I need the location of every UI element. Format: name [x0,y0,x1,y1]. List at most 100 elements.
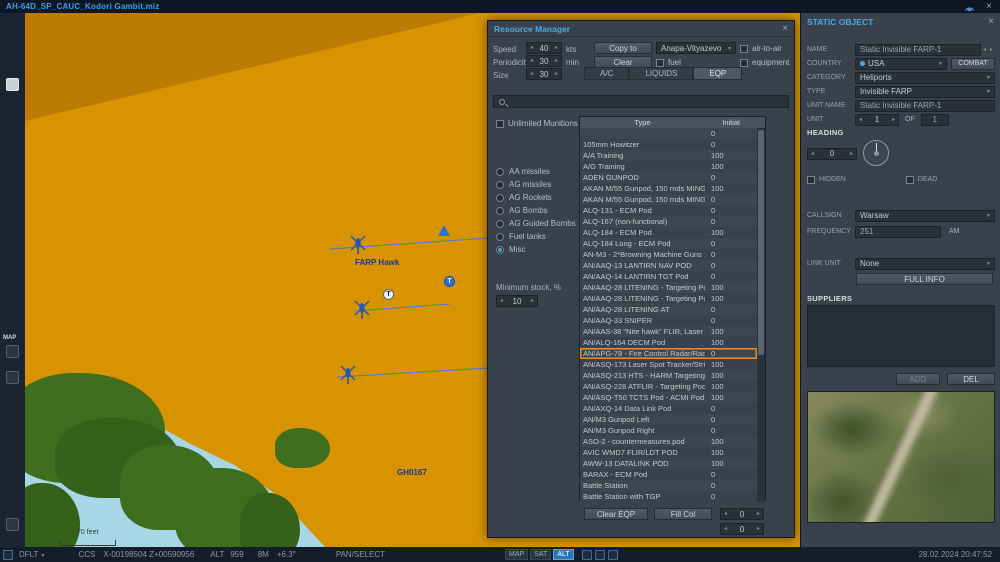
equipment-row[interactable]: AN/AAQ-33 SNIPER 0 [580,315,757,326]
equipment-row[interactable]: AKAN M/55 Gunpod, 150 rnds MINGR: 0 [580,194,757,205]
del-button[interactable]: DEL [947,373,995,385]
briefing-icon[interactable] [6,78,19,91]
equipment-row[interactable]: ALQ-184 - ECM Pod 100 [580,227,757,238]
clear-eqp-button[interactable]: Clear EQP [584,508,648,520]
filter-aa-missiles[interactable]: AA missiles [496,165,576,178]
stepper-right-icon[interactable]: ▸ [847,149,856,159]
grid-icon[interactable] [581,549,592,560]
close-icon[interactable]: × [988,17,994,27]
min-stock-stepper[interactable]: ◂ 10 ▸ [496,295,538,307]
equipment-row[interactable]: AN/M3 Gunpod Right 0 [580,425,757,436]
callsign-select[interactable]: Warsaw ▾ [855,209,995,222]
flag-icon[interactable] [607,549,618,560]
equipment-row[interactable]: AN/ASQ-T50 TCTS Pod - ACMI Pod 100 [580,392,757,403]
equipment-table-header[interactable]: Type Initial [580,117,765,128]
equipment-row[interactable]: AN/AXQ-14 Data Link Pod 0 [580,403,757,414]
equipment-row[interactable]: AN/AAQ-14 LANTIRN TGT Pod 0 [580,271,757,282]
ruler-tool-icon[interactable] [6,371,19,384]
periodicity-stepper[interactable]: ◂ 30 ▸ [526,55,562,67]
equipment-row[interactable]: 0 [580,128,757,139]
stepper-right-icon[interactable]: ▸ [754,509,763,519]
speed-stepper[interactable]: ◂ 40 ▸ [526,42,562,54]
equipment-row[interactable]: A/A Training 100 [580,150,757,161]
stepper-right-icon[interactable]: ▸ [552,56,561,66]
equipment-row[interactable]: ADEN GUNPOD 0 [580,172,757,183]
add-button[interactable]: ADD [896,373,940,385]
search-input[interactable] [493,95,789,108]
stepper-left-icon[interactable]: ◂ [497,296,506,306]
resource-manager-titlebar[interactable]: Resource Manager × [488,21,794,37]
stepper-right-icon[interactable]: ▸ [552,43,561,53]
stepper-left-icon[interactable]: ◂ [527,56,536,66]
dead-checkbox[interactable]: DEAD [905,175,937,184]
filter-ag-bombs[interactable]: AG Bombs [496,204,576,217]
equipment-checkbox[interactable]: equipment [740,58,789,67]
equipment-row[interactable]: ALQ-131 - ECM Pod 0 [580,205,757,216]
stepper-right-icon[interactable]: ▸ [754,524,763,534]
frequency-field[interactable]: 251 [855,225,941,238]
view-alt-button[interactable]: ALT [553,549,574,560]
table-scrollbar[interactable] [757,128,765,502]
size-stepper[interactable]: ◂ 30 ▸ [526,68,562,80]
stepper-right-icon[interactable]: ▸ [528,296,537,306]
stepper-left-icon[interactable]: ◂ [527,69,536,79]
equipment-row[interactable]: ASO-2 - countermeasures pod 100 [580,436,757,447]
equipment-row[interactable]: AVIC WMD7 FLIR/LDT POD 100 [580,447,757,458]
farp-label[interactable]: FARP Hawk [355,258,399,267]
modulation-label[interactable]: AM [949,228,960,235]
heading-dial[interactable] [863,140,889,166]
equipment-row[interactable]: AN-M3 - 2*Browning Machine Guns 10 [580,249,757,260]
list-icon[interactable] [594,549,605,560]
stepper-right-icon[interactable]: ▸ [552,69,561,79]
equipment-row[interactable]: BARAX - ECM Pod 0 [580,469,757,480]
unit-name-field[interactable]: Static Invisible FARP-1 [855,99,995,112]
tab-liquids[interactable]: LIQUIDS [629,67,694,80]
close-icon[interactable]: × [782,23,788,34]
equipment-row[interactable]: AN/AAQ-28 LITENING - Targeting Pod 100 [580,293,757,304]
equipment-row[interactable]: ALQ-184 Long - ECM Pod 0 [580,238,757,249]
layer-select[interactable]: DFLT ▾ [19,550,44,559]
equipment-row[interactable]: AN/M3 Gunpod Left 0 [580,414,757,425]
tab-eqp[interactable]: EQP [693,67,743,80]
copy-to-button[interactable]: Copy to [594,42,652,54]
equipment-row[interactable]: Battle Station with TGP 0 [580,491,757,502]
view-map-button[interactable]: MAP [505,549,529,560]
equipment-row[interactable]: AN/AAQ-28 LITENING - Targeting Pod 100 [580,282,757,293]
stepper-left-icon[interactable]: ◂ [721,524,730,534]
fill-col-button[interactable]: Fill Col [654,508,712,520]
target-marker[interactable]: T [383,289,394,300]
fuel-checkbox[interactable]: fuel [656,58,681,67]
hidden-checkbox[interactable]: HIDDEN [807,175,846,184]
equipment-row[interactable]: Battle Station 0 [580,480,757,491]
full-info-button[interactable]: FULL INFO [856,273,993,285]
equipment-row[interactable]: AN/ASQ-173 Laser Spot Tracker/Strik 100 [580,359,757,370]
stepper-left-icon[interactable]: ◂ [981,46,988,53]
country-select[interactable]: USA ▾ [855,57,947,70]
equipment-row[interactable]: A/G Training 100 [580,161,757,172]
air-to-air-checkbox[interactable]: air-to-air [740,44,782,53]
stepper-left-icon[interactable]: ◂ [856,115,865,125]
stepper-left-icon[interactable]: ◂ [808,149,817,159]
type-select[interactable]: Invisible FARP ▾ [855,85,995,98]
stepper-left-icon[interactable]: ◂ [527,43,536,53]
equipment-row[interactable]: AN/APG-78 - Fire Control Radar/Rada 0 [580,348,757,359]
fill-value-stepper[interactable]: ◂ 0 ▸ [720,508,764,520]
heading-stepper[interactable]: ◂ 0 ▸ [807,147,857,160]
equipment-row[interactable]: ALQ-167 (non-functional) 0 [580,216,757,227]
fill-value2-stepper[interactable]: ◂ 0 ▸ [720,523,764,535]
scrollbar-thumb[interactable] [758,130,764,355]
transmit-icon[interactable] [963,2,976,12]
filter-ag-missiles[interactable]: AG missiles [496,178,576,191]
equipment-row[interactable]: AWW-13 DATALINK POD 100 [580,458,757,469]
view-sat-button[interactable]: SAT [530,549,552,560]
airport-select[interactable]: Anapa-Vityazevo ▾ [656,42,736,54]
group-label[interactable]: GH0167 [397,468,427,477]
layers-icon[interactable] [6,518,19,531]
equipment-row[interactable]: AN/AAQ-28 LITENING AT 0 [580,304,757,315]
stepper-right-icon[interactable]: ▸ [988,46,995,53]
keyboard-icon[interactable] [3,549,13,560]
equipment-row[interactable]: AN/ASQ-213 HTS - HARM Targeting S 100 [580,370,757,381]
filter-fuel-tanks[interactable]: Fuel tanks [496,230,576,243]
name-field[interactable]: Static Invisible FARP-1 [855,43,981,56]
filter-ag-guided-bombs[interactable]: AG Guided Bombs [496,217,576,230]
